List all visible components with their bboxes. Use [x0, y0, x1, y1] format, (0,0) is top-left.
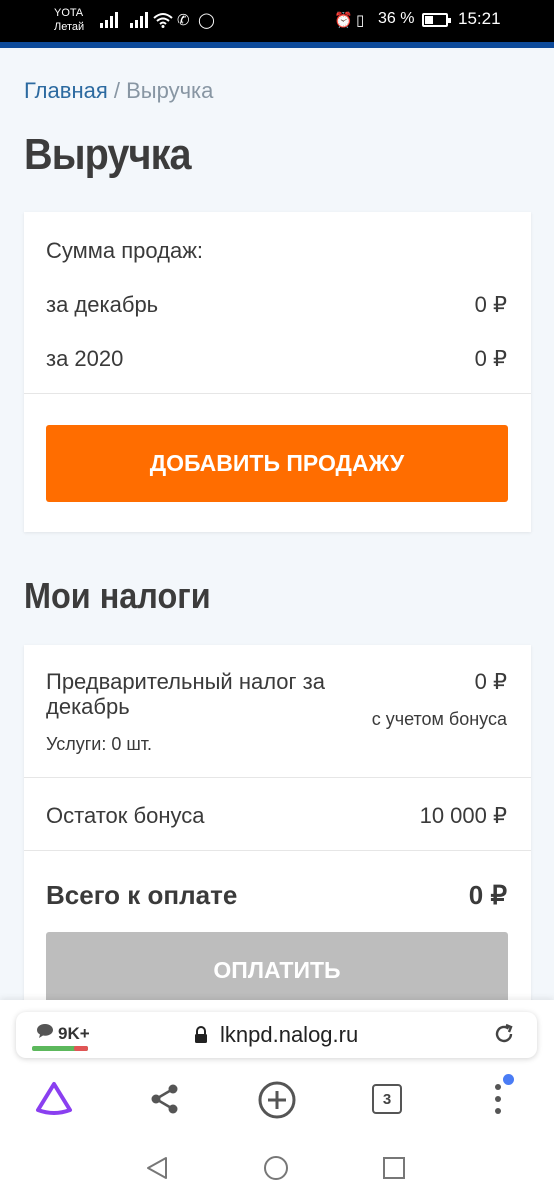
signal-icon: [100, 12, 118, 28]
recents-icon[interactable]: [382, 1156, 406, 1180]
taxes-section-title: Мои налоги: [24, 575, 211, 616]
divider: [24, 393, 531, 394]
carrier-2: Летай: [54, 21, 85, 33]
clock: 15:21: [458, 9, 501, 28]
sales-month-label: за декабрь: [46, 292, 159, 317]
bonus-label: Остаток бонуса: [46, 803, 205, 828]
comments-badge[interactable]: 9K+: [58, 1024, 90, 1044]
lock-icon: [195, 1026, 207, 1043]
missed-call-icon: ✆: [177, 11, 190, 29]
tabs-counter-button[interactable]: 3: [372, 1084, 402, 1114]
back-icon[interactable]: [144, 1155, 170, 1181]
sales-year-label: за 2020: [46, 346, 124, 371]
bonus-value: 10 000 ₽: [419, 803, 507, 828]
top-stripe: [0, 42, 554, 48]
status-bar: YOTA Летай ✆ ◯ ⏰ ▯ 36 % 15:21: [0, 0, 554, 42]
total-label: Всего к оплате: [46, 880, 238, 910]
share-icon[interactable]: [150, 1083, 180, 1115]
new-tab-icon[interactable]: [257, 1080, 297, 1120]
sales-month-value: 0 ₽: [474, 292, 507, 317]
system-navigation-bar: [0, 1135, 554, 1200]
add-sale-button[interactable]: ДОБАВИТЬ ПРОДАЖУ: [46, 425, 508, 502]
carrier-1: YOTA: [54, 7, 84, 19]
reload-icon[interactable]: [492, 1022, 516, 1046]
total-value: 0 ₽: [468, 880, 507, 910]
more-menu-icon[interactable]: [490, 1082, 506, 1116]
divider: [24, 850, 531, 851]
breadcrumb-home-link[interactable]: Главная: [24, 78, 108, 103]
prelim-tax-value: 0 ₽: [474, 669, 507, 694]
rating-bar: [32, 1046, 88, 1051]
sales-heading: Сумма продаж:: [46, 238, 204, 263]
comments-icon: [37, 1024, 53, 1038]
carrier-labels: YOTA Летай: [54, 6, 84, 34]
whatsapp-icon: ◯: [198, 11, 215, 29]
battery-icon: [422, 13, 451, 27]
wifi-icon: [153, 13, 173, 28]
page-title: Выручка: [24, 130, 192, 179]
pay-button[interactable]: ОПЛАТИТЬ: [46, 932, 508, 1009]
sales-card: Сумма продаж: за декабрь 0 ₽ за 2020 0 ₽…: [24, 212, 531, 532]
prelim-tax-label: Предварительный налог за декабрь: [46, 669, 325, 719]
url-text[interactable]: lknpd.nalog.ru: [220, 1022, 358, 1048]
services-count: Услуги: 0 шт.: [46, 734, 153, 754]
vibrate-icon: ▯: [356, 11, 365, 29]
signal-icon-2: [130, 12, 148, 28]
prelim-tax-note: с учетом бонуса: [371, 709, 507, 729]
alice-assistant-icon[interactable]: [34, 1080, 74, 1116]
breadcrumb-current: Выручка: [126, 78, 214, 103]
sales-year-value: 0 ₽: [474, 346, 507, 371]
taxes-card: Предварительный налог за декабрь 0 ₽ с у…: [24, 645, 531, 1025]
address-bar[interactable]: 9K+ lknpd.nalog.ru: [16, 1012, 537, 1058]
breadcrumb-separator: /: [113, 78, 120, 103]
divider: [24, 777, 531, 778]
alarm-icon: ⏰: [334, 11, 353, 29]
battery-percent: 36 %: [378, 10, 415, 27]
breadcrumb: Главная / Выручка: [24, 78, 213, 104]
notification-dot: [503, 1074, 514, 1085]
home-icon[interactable]: [263, 1155, 289, 1181]
browser-toolbar: 9K+ lknpd.nalog.ru 3: [0, 1000, 554, 1135]
